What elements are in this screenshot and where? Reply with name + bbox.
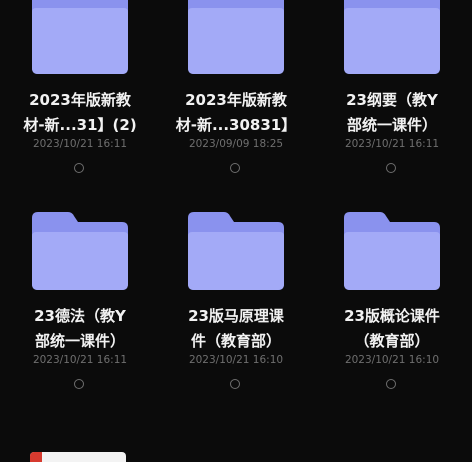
folder-name-line1: 23版概论课件 <box>344 307 440 325</box>
folder-item[interactable]: 2023年版新教 材-新...31】(2) 2023/10/21 16:11 <box>2 0 158 190</box>
folder-name-line1: 23版马原理课 <box>188 307 284 325</box>
folder-icon <box>32 0 128 74</box>
folder-name-line1: 2023年版新教 <box>185 91 287 109</box>
folder-icon <box>32 212 128 290</box>
folder-name-line2: 材-新...31】(2) <box>23 116 137 134</box>
folder-name-line2: （教育部） <box>354 332 430 350</box>
folder-date: 2023/10/21 16:11 <box>32 354 128 366</box>
folder-date: 2023/10/21 16:11 <box>32 138 128 150</box>
folder-item[interactable]: 23纲要（教Y 部统一课件） 2023/10/21 16:11 <box>314 0 470 190</box>
folder-name-line2: 部统一课件） <box>34 332 125 350</box>
folder-name-line2: 部统一课件） <box>346 116 437 134</box>
radio-unchecked-icon[interactable] <box>386 379 396 389</box>
folder-icon <box>188 212 284 290</box>
folder-date: 2023/10/21 16:10 <box>188 354 284 366</box>
folder-item[interactable]: 23版马原理课 件（教育部） 2023/10/21 16:10 <box>158 212 314 402</box>
folder-item[interactable]: 23版概论课件 （教育部） 2023/10/21 16:10 <box>314 212 470 402</box>
folder-date: 2023/10/21 16:10 <box>344 354 440 366</box>
folder-item[interactable]: 2023年版新教 材-新...30831】 2023/09/09 18:25 <box>158 0 314 190</box>
radio-unchecked-icon[interactable] <box>230 379 240 389</box>
folder-icon <box>188 0 284 74</box>
radio-unchecked-icon[interactable] <box>386 163 396 173</box>
folder-name-line1: 23德法（教Y <box>34 307 126 325</box>
folder-icon <box>344 0 440 74</box>
radio-unchecked-icon[interactable] <box>74 163 84 173</box>
folder-date: 2023/10/21 16:11 <box>344 138 440 150</box>
pdf-document-icon[interactable] <box>30 452 126 462</box>
radio-unchecked-icon[interactable] <box>74 379 84 389</box>
folder-name-line2: 材-新...30831】 <box>175 116 297 134</box>
pdf-badge <box>30 452 42 462</box>
folder-name-line1: 23纲要（教Y <box>346 91 438 109</box>
file-grid: 2023年版新教 材-新...31】(2) 2023/10/21 16:11 2… <box>0 0 472 462</box>
folder-name-line1: 2023年版新教 <box>29 91 131 109</box>
folder-date: 2023/09/09 18:25 <box>188 138 284 150</box>
folder-name-line2: 件（教育部） <box>190 332 281 350</box>
radio-unchecked-icon[interactable] <box>230 163 240 173</box>
folder-icon <box>344 212 440 290</box>
folder-item[interactable]: 23德法（教Y 部统一课件） 2023/10/21 16:11 <box>2 212 158 402</box>
